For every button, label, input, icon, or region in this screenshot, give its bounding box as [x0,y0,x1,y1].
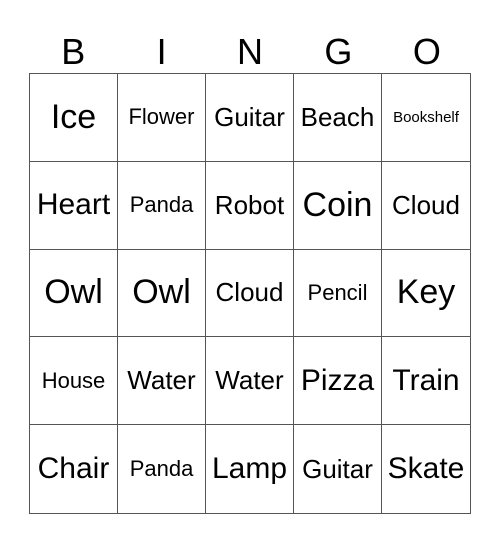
bingo-cell[interactable]: Bookshelf [382,74,470,162]
header-letter-n: N [237,31,264,72]
bingo-cell[interactable]: Guitar [206,74,294,162]
bingo-cell[interactable]: Coin [294,161,382,250]
bingo-cell[interactable]: Water [206,337,294,426]
bingo-cell[interactable]: House [30,337,118,426]
bingo-cell[interactable]: Beach [294,74,382,162]
bingo-cell[interactable]: Guitar [294,425,382,513]
bingo-cell[interactable]: Ice [30,74,118,162]
bingo-cell[interactable]: Owl [118,249,206,338]
bingo-cell[interactable]: Pencil [294,249,382,338]
bingo-cell[interactable]: Owl [30,249,118,338]
header-letter-b: B [61,31,86,72]
header-letter-g: G [324,31,353,72]
bingo-header: B I N G O [29,30,471,73]
bingo-cell[interactable]: Water [118,337,206,426]
header-letter-i: I [156,31,167,72]
bingo-cell[interactable]: Cloud [382,162,470,250]
header-letter-o: O [412,31,441,72]
bingo-cell[interactable]: Pizza [294,337,382,426]
bingo-cell[interactable]: Train [382,337,470,426]
bingo-cell[interactable]: Robot [206,161,294,250]
bingo-grid: Ice Flower Guitar Beach Bookshelf Heart … [29,73,471,514]
bingo-cell[interactable]: Heart [30,161,118,250]
bingo-cell[interactable]: Cloud [206,249,294,338]
bingo-cell[interactable]: Panda [118,425,206,513]
bingo-cell[interactable]: Skate [382,425,470,513]
bingo-cell[interactable]: Flower [118,74,206,162]
bingo-cell[interactable]: Lamp [206,425,294,513]
bingo-cell[interactable]: Chair [30,425,118,513]
bingo-cell[interactable]: Panda [118,161,206,250]
bingo-cell[interactable]: Key [382,250,470,338]
